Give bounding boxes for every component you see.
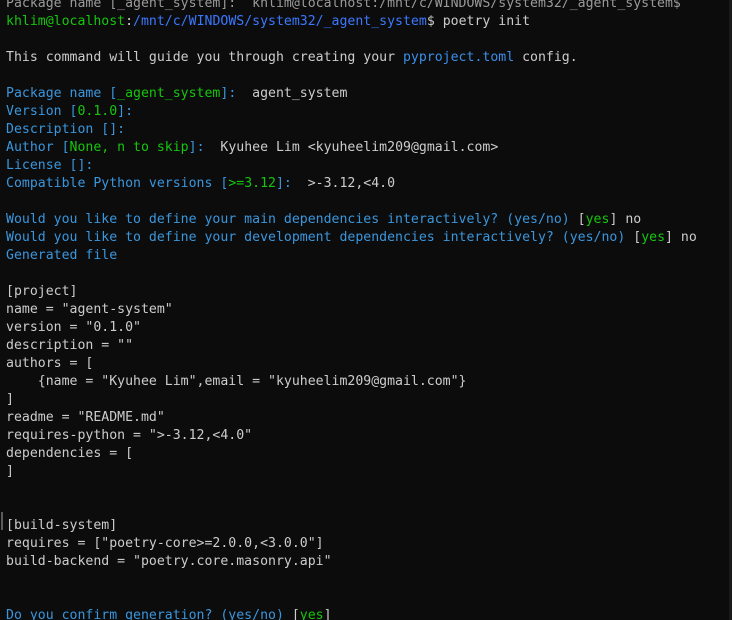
- terminal-text-segment: _agent_system: [117, 86, 221, 101]
- terminal-line: requires = ["poetry-core>=2.0.0,<3.0.0"]: [6, 535, 324, 553]
- terminal-line: Do you confirm generation? (yes/no) [yes…: [6, 607, 332, 620]
- terminal-line: {name = "Kyuhee Lim",email = "kyuheelim2…: [6, 373, 467, 391]
- terminal-text-segment: ]:: [220, 86, 237, 101]
- terminal-text-segment: 0.1.0: [77, 104, 118, 119]
- terminal-text-segment: ]: [6, 464, 14, 479]
- terminal-text-segment: [build-system]: [6, 518, 118, 533]
- terminal-line: authors = [: [6, 355, 93, 373]
- terminal-text-segment: yes: [641, 230, 666, 245]
- terminal-text-segment: [project]: [6, 284, 78, 299]
- terminal-text-segment: yes: [299, 608, 324, 620]
- terminal-text-segment: {name = "Kyuhee Lim",email = "kyuheelim2…: [6, 374, 467, 389]
- terminal-text-segment: [: [577, 212, 586, 227]
- terminal-line: ]: [6, 391, 14, 409]
- terminal-line: description = "": [6, 337, 133, 355]
- terminal-text-segment: [: [291, 608, 300, 620]
- terminal-line: [build-system]: [6, 517, 117, 535]
- terminal-text-segment: Author [: [6, 140, 70, 155]
- terminal-text-segment: ]: [323, 608, 332, 620]
- terminal-text-segment: requires = ["poetry-core>=2.0.0,<3.0.0"]: [6, 536, 324, 551]
- terminal-line: Generated file: [6, 247, 117, 265]
- terminal-line: Package name [_agent_system]: agent_syst…: [6, 85, 347, 103]
- terminal-text-segment: :: [125, 14, 134, 29]
- terminal-line: Description []:: [6, 121, 125, 139]
- terminal-line: License []:: [6, 157, 93, 175]
- terminal-text-segment: authors = [: [6, 356, 94, 371]
- terminal-line: Author [None, n to skip]: Kyuhee Lim <ky…: [6, 139, 498, 157]
- terminal-line: Package name [_agent_system]: khlim@loca…: [6, 0, 681, 13]
- terminal-text-segment: None, n to skip: [69, 140, 189, 155]
- terminal-text-segment: >-3.12,<4.0: [291, 176, 396, 191]
- terminal-line: Compatible Python versions [>=3.12]: >-3…: [6, 175, 395, 193]
- terminal-text-segment: Generated file: [6, 248, 118, 263]
- terminal-line: dependencies = [: [6, 445, 133, 463]
- terminal-text-segment: requires-python = ">-3.12,<4.0": [6, 428, 253, 443]
- terminal-text-segment: khlim@localhost: [6, 14, 126, 29]
- terminal-line: readme = "README.md": [6, 409, 165, 427]
- terminal-line: build-backend = "poetry.core.masonry.api…: [6, 553, 332, 571]
- terminal-text-segment: $ poetry init: [426, 14, 531, 29]
- terminal-text-segment: name = "agent-system": [6, 302, 173, 317]
- terminal-text-segment: Would you like to define your main depen…: [6, 212, 578, 227]
- terminal-text-segment: Do you confirm generation? (yes/no): [6, 608, 292, 620]
- terminal-line: [project]: [6, 283, 77, 301]
- selection-marker: [1, 512, 3, 530]
- terminal-text-segment: config.: [514, 50, 578, 65]
- terminal-text-segment: description = "": [6, 338, 134, 353]
- terminal-text-segment: Description []:: [6, 122, 126, 137]
- terminal-text-segment: ]: [6, 392, 14, 407]
- terminal-text-segment: yes: [585, 212, 610, 227]
- terminal-text-segment: Compatible Python versions [: [6, 176, 229, 191]
- terminal-window[interactable]: Package name [_agent_system]: khlim@loca…: [0, 0, 732, 620]
- terminal-text-segment: Version [: [6, 104, 78, 119]
- terminal-line: Would you like to define your developmen…: [6, 229, 697, 247]
- terminal-line: khlim@localhost:/mnt/c/WINDOWS/system32/…: [6, 13, 530, 31]
- terminal-text-segment: /mnt/c/WINDOWS/system32/_agent_system: [133, 14, 427, 29]
- terminal-text-segment: ]:: [188, 140, 205, 155]
- terminal-text-segment: License []:: [6, 158, 94, 173]
- terminal-text-segment: ]:: [117, 104, 134, 119]
- terminal-text-segment: pyproject.toml: [402, 50, 515, 65]
- terminal-text-segment: readme = "README.md": [6, 410, 165, 425]
- terminal-text-segment: Would you like to define your developmen…: [6, 230, 634, 245]
- terminal-line: version = "0.1.0": [6, 319, 141, 337]
- terminal-text-segment: >=3.12: [228, 176, 276, 191]
- terminal-text-segment: agent_system: [236, 86, 348, 101]
- terminal-line: requires-python = ">-3.12,<4.0": [6, 427, 252, 445]
- terminal-line: This command will guide you through crea…: [6, 49, 578, 67]
- terminal-text-segment: ] no: [609, 212, 642, 227]
- terminal-line: name = "agent-system": [6, 301, 173, 319]
- terminal-text-segment: Kyuhee Lim <kyuheelim209@gmail.com>: [204, 140, 499, 155]
- terminal-text-segment: This command will guide you through crea…: [6, 50, 403, 65]
- terminal-text-segment: build-backend = "poetry.core.masonry.api…: [6, 554, 332, 569]
- terminal-text-segment: Package name [: [6, 86, 118, 101]
- terminal-text-segment: ]:: [275, 176, 292, 191]
- terminal-line: ]: [6, 463, 14, 481]
- terminal-text-segment: Package name [_agent_system]: khlim@loca…: [6, 0, 681, 11]
- terminal-text-segment: [: [633, 230, 642, 245]
- terminal-line: Would you like to define your main depen…: [6, 211, 641, 229]
- terminal-text-segment: ] no: [665, 230, 697, 245]
- terminal-text-segment: dependencies = [: [6, 446, 134, 461]
- terminal-text-segment: version = "0.1.0": [6, 320, 141, 335]
- terminal-line: Version [0.1.0]:: [6, 103, 133, 121]
